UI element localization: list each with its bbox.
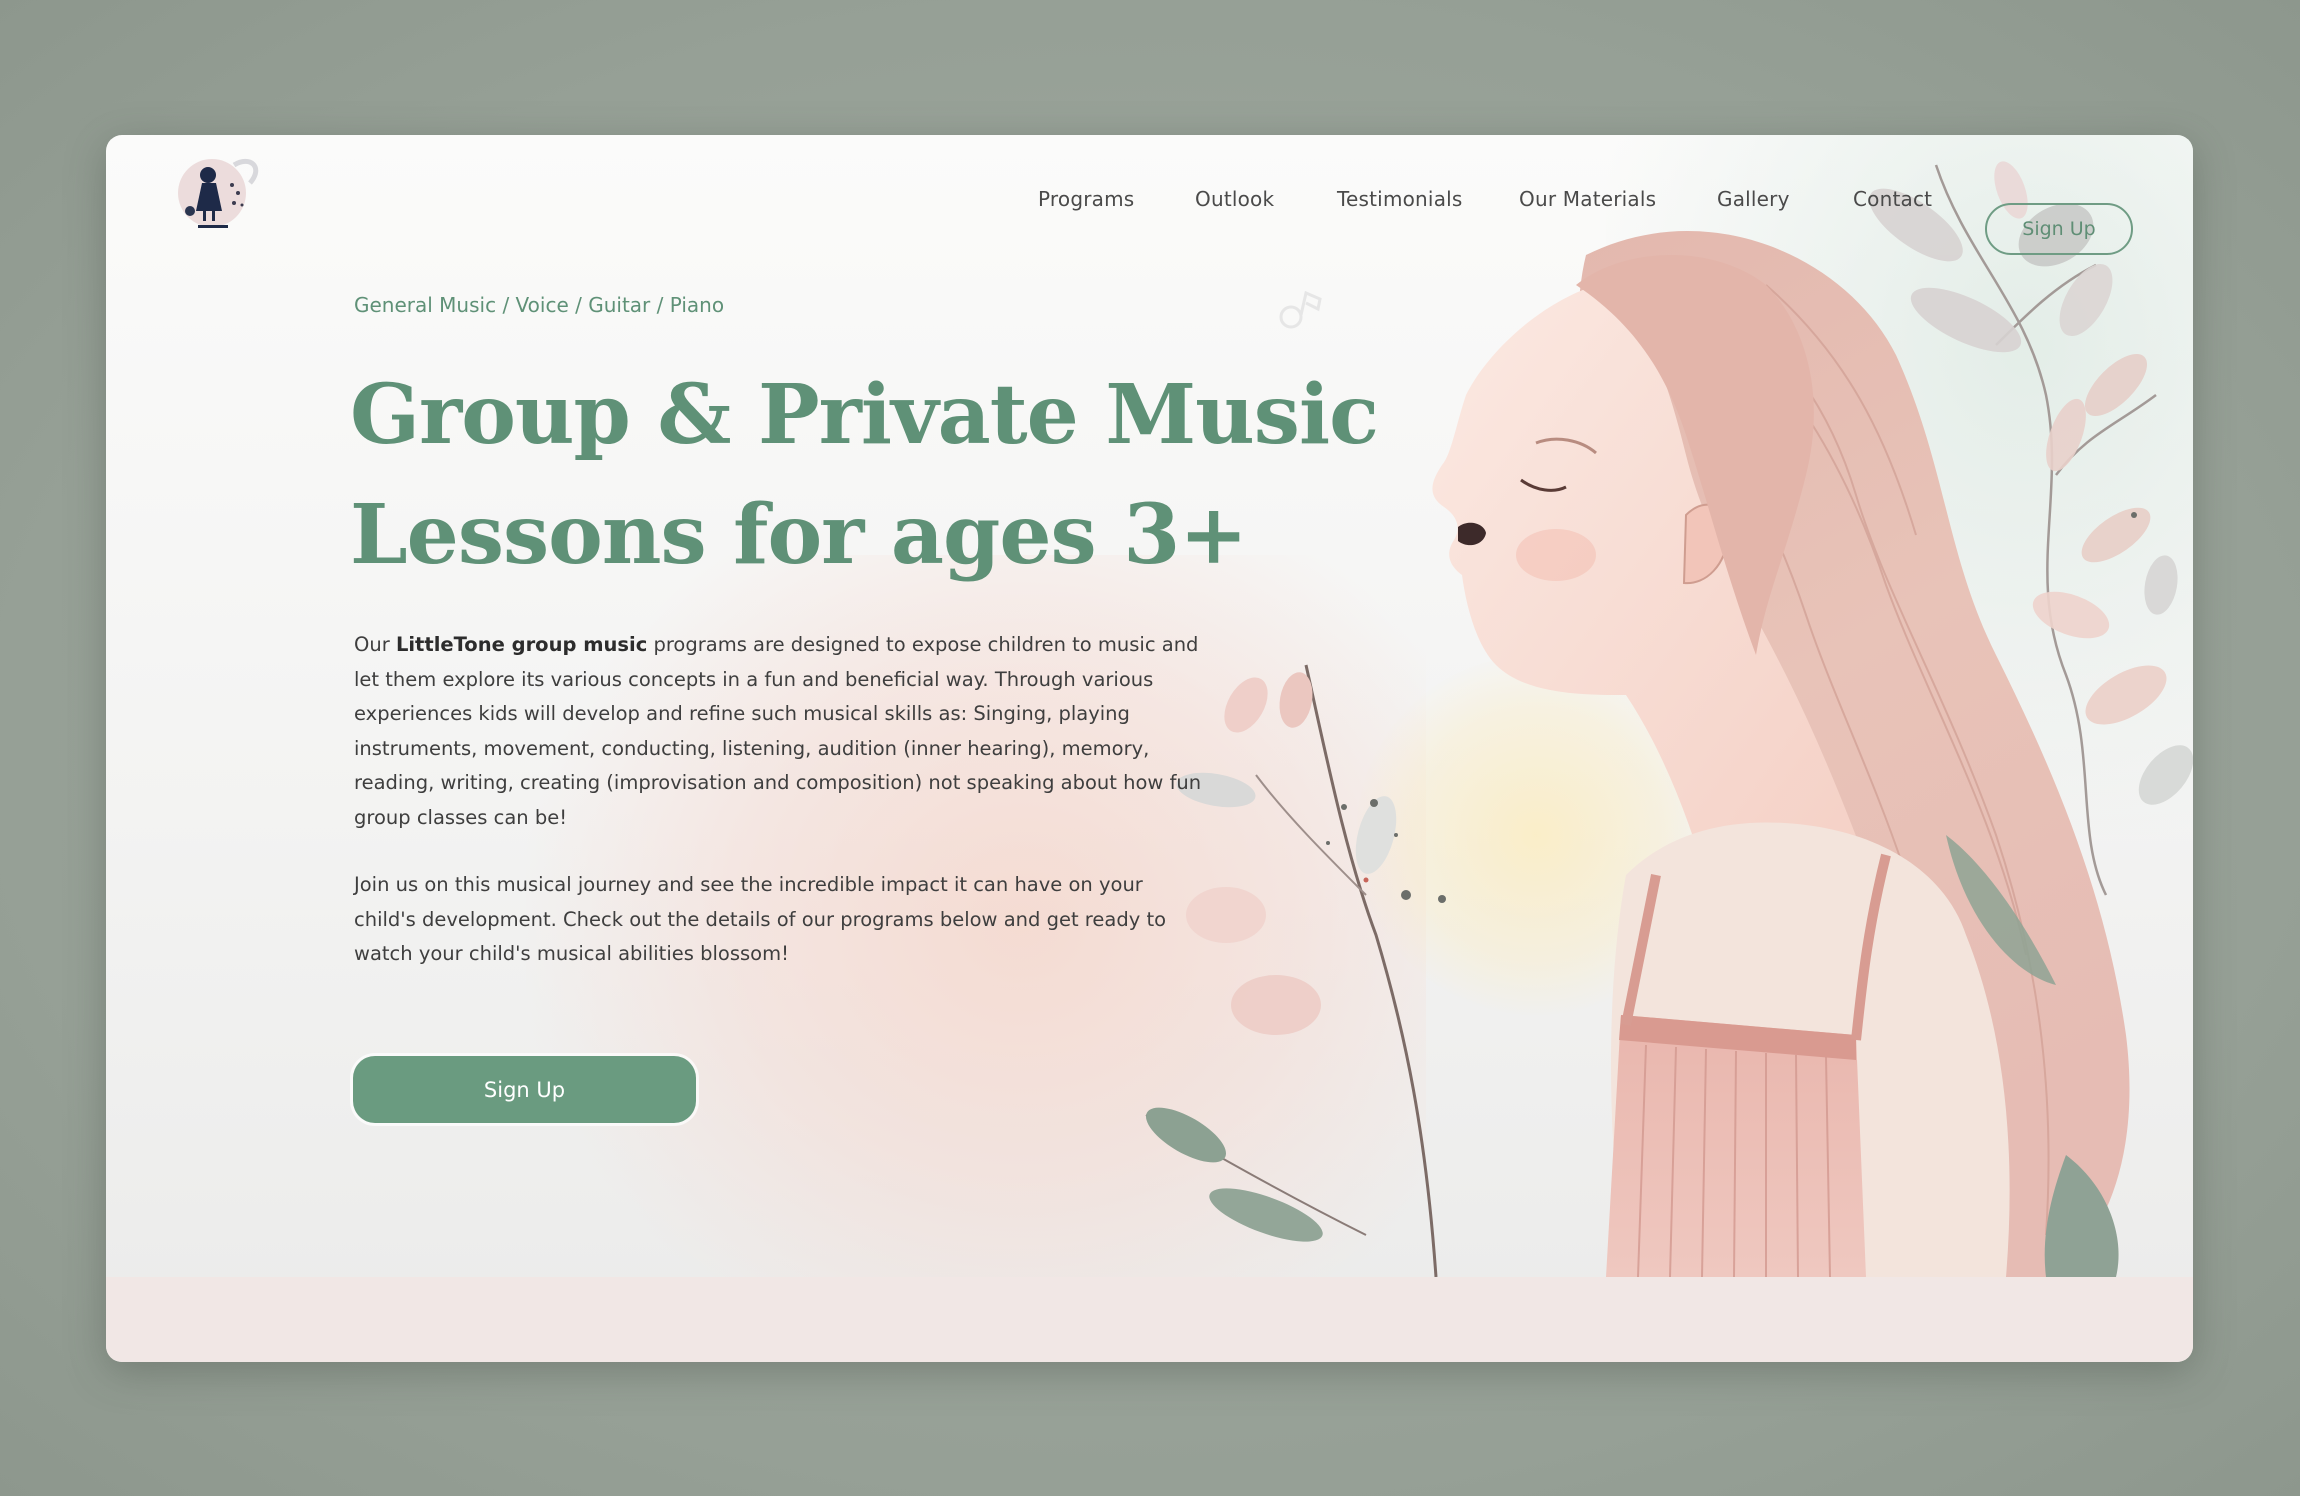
hero-paragraph-1: Our LittleTone group music programs are … [354,628,1204,835]
paragraph-body: programs are designed to expose children… [354,633,1202,829]
nav-item-gallery[interactable]: Gallery [1717,187,1790,211]
nav-item-programs[interactable]: Programs [1038,187,1134,211]
nav-item-outlook[interactable]: Outlook [1195,187,1274,211]
landing-page-card: Programs Outlook Testimonials Our Materi… [106,135,2193,1362]
hero-subtitle: General Music / Voice / Guitar / Piano [354,293,725,317]
nav-item-our-materials[interactable]: Our Materials [1519,187,1656,211]
headline-line-1: Group & Private Music [350,367,1379,463]
hero-illustration [1145,161,2193,1277]
hero-paragraph-2: Join us on this musical journey and see … [354,873,1167,965]
music-note-icon [1279,290,1322,329]
hero-headline: Group & Private Music Lessons for ages 3… [350,355,1379,595]
next-section-strip [106,1277,2193,1362]
nav-item-contact[interactable]: Contact [1853,187,1932,211]
hero-signup-button[interactable]: Sign Up [353,1056,696,1123]
main-nav: Programs Outlook Testimonials Our Materi… [106,175,2193,255]
paragraph-prefix: Our [354,633,396,656]
brand-highlight: LittleTone group music [395,633,648,656]
headline-line-2: Lessons for ages 3+ [350,487,1248,583]
nav-signup-button[interactable]: Sign Up [1985,203,2133,255]
nav-item-testimonials[interactable]: Testimonials [1337,187,1463,211]
cheek-blush [1516,529,1596,581]
